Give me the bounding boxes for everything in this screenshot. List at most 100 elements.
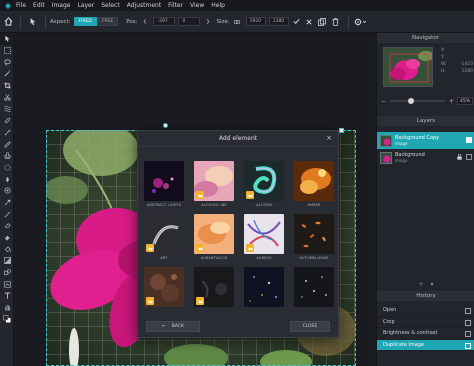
- close-icon[interactable]: ×: [326, 134, 332, 142]
- pos-y-input[interactable]: 0: [178, 17, 201, 26]
- tool-eyedropper[interactable]: [0, 197, 14, 209]
- navigator-title: Navigator: [412, 35, 439, 41]
- element-tile[interactable]: ABSTRACT LIGHTS: [144, 161, 184, 207]
- element-tile[interactable]: [294, 267, 334, 309]
- tool-text[interactable]: [0, 290, 14, 302]
- cursor-icon: [30, 18, 36, 26]
- pos-x-input[interactable]: -297: [153, 17, 176, 26]
- zoom-value[interactable]: 45%: [457, 97, 473, 105]
- navigator-thumbnail[interactable]: [383, 47, 433, 87]
- history-item[interactable]: Open: [377, 305, 474, 317]
- layer-menu-icon[interactable]: ▾: [431, 281, 434, 288]
- tool-pencil[interactable]: [0, 138, 14, 150]
- close-icon[interactable]: [305, 17, 314, 26]
- size-width-input[interactable]: 1920: [245, 17, 266, 26]
- history-item[interactable]: Crop: [377, 317, 474, 328]
- tool-dodge[interactable]: [0, 185, 14, 197]
- element-thumbnail: [294, 214, 334, 254]
- menu-image[interactable]: Image: [52, 2, 71, 9]
- aspect-fixed-button[interactable]: FIXED: [73, 17, 97, 26]
- brush-icon: [4, 129, 10, 136]
- duplicate-icon[interactable]: [318, 17, 327, 26]
- tool-heal[interactable]: [0, 115, 14, 127]
- tool-blur[interactable]: [0, 173, 14, 185]
- tool-fill[interactable]: [0, 243, 14, 255]
- layer-visibility-checkbox[interactable]: [466, 137, 472, 143]
- link-icon[interactable]: [233, 17, 242, 26]
- text-icon: [4, 292, 10, 300]
- check-icon[interactable]: [292, 17, 301, 26]
- home-button[interactable]: [0, 14, 16, 30]
- chevron-right-icon[interactable]: [203, 17, 212, 26]
- tool-brush[interactable]: [0, 127, 14, 139]
- history-item[interactable]: Duplicate image: [377, 339, 474, 351]
- back-button[interactable]: ← BACK: [146, 321, 200, 332]
- tool-lasso[interactable]: [0, 56, 14, 68]
- options-bar: Aspect: FIXED FREE Pos: -297 0 Size: 192…: [0, 11, 474, 33]
- layer-row[interactable]: Background image: [377, 149, 474, 166]
- tool-move[interactable]: [0, 33, 14, 45]
- element-tile[interactable]: AMBER: [294, 161, 334, 207]
- element-tile[interactable]: ALCOHOL INK: [194, 161, 234, 207]
- tool-marquee[interactable]: [0, 45, 14, 57]
- element-tile[interactable]: ALCORN: [244, 161, 284, 207]
- tool-magic-wand[interactable]: [0, 68, 14, 80]
- element-tile[interactable]: [244, 267, 284, 309]
- tool-gradient[interactable]: [0, 255, 14, 267]
- tool-eraser[interactable]: [0, 220, 14, 232]
- element-tile[interactable]: AURANTIACUS: [194, 214, 234, 260]
- menu-layer[interactable]: Layer: [77, 2, 94, 9]
- close-button[interactable]: CLOSE: [290, 321, 330, 332]
- tool-replace-color[interactable]: [0, 232, 14, 244]
- menu-edit[interactable]: Edit: [33, 2, 45, 9]
- menu-filter[interactable]: Filter: [168, 2, 183, 9]
- tool-color-swatch[interactable]: [0, 314, 14, 326]
- zoom-out-icon[interactable]: −: [381, 98, 386, 105]
- zoom-slider[interactable]: [390, 98, 445, 104]
- tool-cut[interactable]: [0, 91, 14, 103]
- layer-visibility-checkbox[interactable]: [466, 154, 472, 160]
- transform-handle-top[interactable]: [163, 123, 168, 128]
- tools-panel: [0, 33, 14, 366]
- size-height-input[interactable]: 1280: [268, 17, 289, 26]
- element-tile[interactable]: [194, 267, 234, 309]
- element-thumbnail: [144, 161, 184, 201]
- move-tool-button[interactable]: [25, 14, 41, 30]
- lock-icon[interactable]: [457, 154, 462, 160]
- arrow-left-icon: ←: [162, 324, 166, 329]
- premium-badge-icon: [246, 244, 254, 252]
- tool-line[interactable]: [0, 208, 14, 220]
- history-item-label: Duplicate image: [383, 341, 424, 348]
- element-tile[interactable]: AUTUMN LEAVE: [294, 214, 334, 260]
- aspect-free-button[interactable]: FREE: [96, 17, 119, 26]
- tool-hand[interactable]: [0, 302, 14, 314]
- transform-handle-corner[interactable]: [339, 128, 344, 133]
- menu-file[interactable]: File: [16, 2, 26, 9]
- tool-clone[interactable]: [0, 150, 14, 162]
- menu-adjustment[interactable]: Adjustment: [127, 2, 161, 9]
- element-tile[interactable]: AUREUS: [244, 214, 284, 260]
- zoom-control: − + 45%: [381, 96, 473, 106]
- element-tile[interactable]: [144, 267, 184, 309]
- tool-crop[interactable]: [0, 80, 14, 92]
- trash-icon[interactable]: [331, 17, 340, 26]
- menu-view[interactable]: View: [190, 2, 204, 9]
- add-layer-icon[interactable]: +: [418, 281, 423, 288]
- menu-select[interactable]: Select: [101, 2, 120, 9]
- tool-sponge[interactable]: [0, 162, 14, 174]
- chevron-left-icon[interactable]: [140, 17, 149, 26]
- tool-liquify[interactable]: [0, 103, 14, 115]
- tool-shape[interactable]: [0, 267, 14, 279]
- wave-icon: [3, 106, 11, 113]
- layer-row[interactable]: Background Copy image: [377, 132, 474, 149]
- element-tile[interactable]: ART: [144, 214, 184, 260]
- zoom-slider-handle[interactable]: [408, 98, 415, 104]
- zoom-in-icon[interactable]: +: [449, 98, 454, 105]
- menu-help[interactable]: Help: [211, 2, 225, 9]
- color-swatch-icon: [3, 315, 11, 323]
- settings-dropdown[interactable]: [353, 17, 367, 26]
- history-item[interactable]: Brightness & contrast: [377, 328, 474, 340]
- tool-element[interactable]: [0, 278, 14, 290]
- drop-icon: [5, 176, 9, 182]
- hand-icon: [4, 305, 10, 311]
